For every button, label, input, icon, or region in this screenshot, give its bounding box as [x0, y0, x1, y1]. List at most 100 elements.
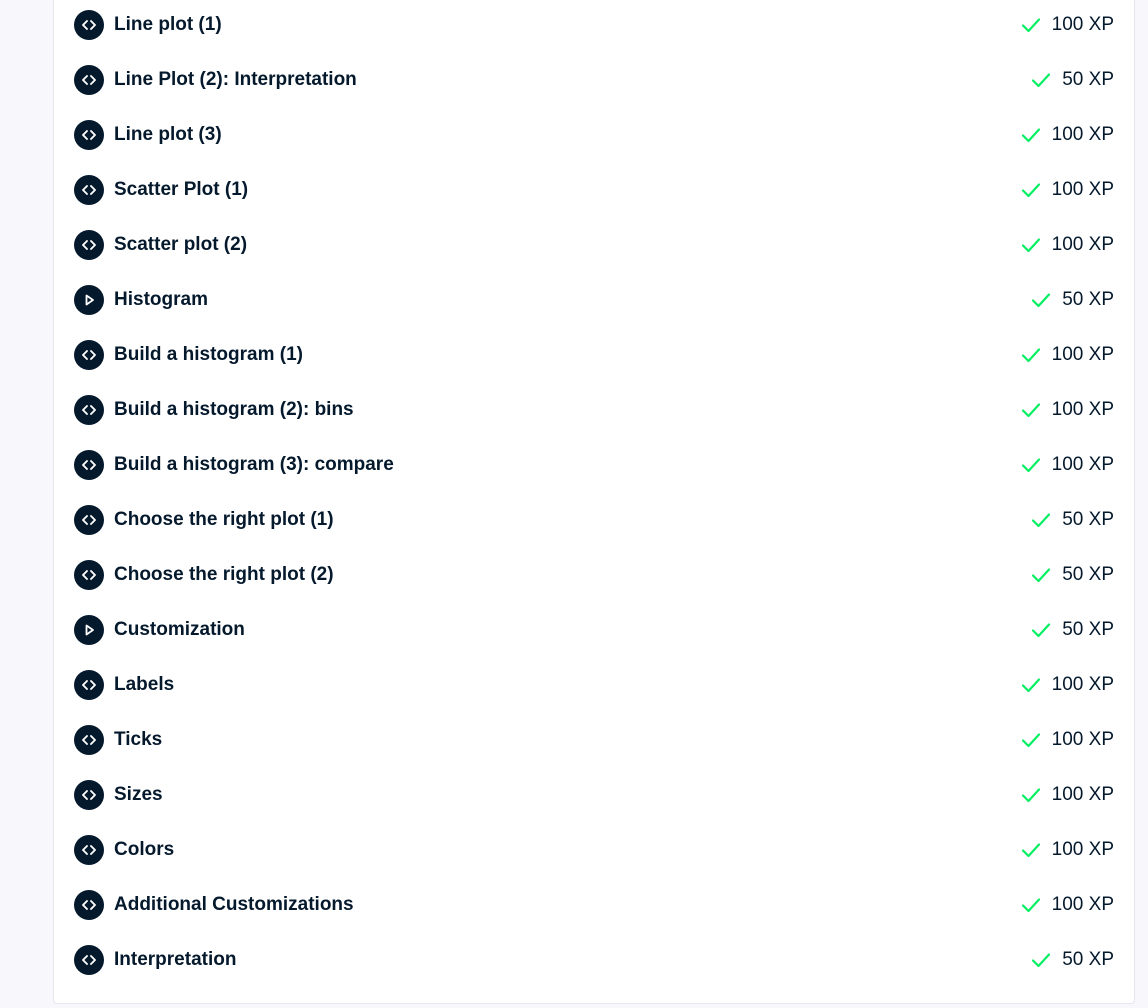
xp-value: 100 XP	[1051, 674, 1114, 695]
exercise-row[interactable]: Line Plot (2): Interpretation 50 XP	[74, 53, 1114, 108]
exercise-status: 100 XP	[1021, 839, 1114, 861]
exercise-status: 100 XP	[1021, 124, 1114, 146]
exercise-status: 100 XP	[1021, 784, 1114, 806]
exercise-title: Histogram	[114, 289, 208, 310]
code-icon	[74, 65, 104, 95]
checkmark-icon	[1021, 403, 1040, 418]
exercise-row[interactable]: Scatter plot (2) 100 XP	[74, 218, 1114, 273]
code-icon	[74, 670, 104, 700]
checkmark-icon	[1021, 128, 1040, 143]
code-icon	[74, 945, 104, 975]
exercise-status: 100 XP	[1021, 399, 1114, 421]
checkmark-icon	[1032, 513, 1051, 528]
exercise-title: Colors	[114, 839, 175, 860]
code-icon	[74, 395, 104, 425]
exercise-row[interactable]: Ticks 100 XP	[74, 713, 1114, 768]
checkmark-icon	[1021, 843, 1040, 858]
exercise-status: 100 XP	[1021, 344, 1114, 366]
checkmark-icon	[1021, 348, 1040, 363]
exercise-title: Choose the right plot (2)	[114, 564, 334, 585]
code-icon	[74, 10, 104, 40]
checkmark-icon	[1032, 73, 1051, 88]
xp-value: 100 XP	[1051, 14, 1114, 35]
code-icon	[74, 450, 104, 480]
exercise-title: Customization	[114, 619, 245, 640]
xp-value: 100 XP	[1051, 234, 1114, 255]
exercise-row[interactable]: Labels 100 XP	[74, 658, 1114, 713]
checkmark-icon	[1021, 238, 1040, 253]
checkmark-icon	[1021, 898, 1040, 913]
exercise-status: 100 XP	[1021, 674, 1114, 696]
xp-value: 100 XP	[1051, 399, 1114, 420]
code-icon	[74, 340, 104, 370]
checkmark-icon	[1021, 18, 1040, 33]
checkmark-icon	[1032, 568, 1051, 583]
exercise-row[interactable]: Build a histogram (2): bins 100 XP	[74, 383, 1114, 438]
exercise-title: Build a histogram (3): compare	[114, 454, 394, 475]
code-icon	[74, 505, 104, 535]
exercise-row[interactable]: Build a histogram (3): compare 100 XP	[74, 438, 1114, 493]
exercise-title: Additional Customizations	[114, 894, 354, 915]
exercise-row[interactable]: Choose the right plot (1) 50 XP	[74, 493, 1114, 548]
exercise-status: 50 XP	[1031, 564, 1114, 586]
exercise-status: 50 XP	[1031, 949, 1114, 971]
code-icon	[74, 780, 104, 810]
checkmark-icon	[1032, 623, 1051, 638]
exercise-status: 50 XP	[1031, 619, 1114, 641]
code-icon	[74, 890, 104, 920]
checkmark-icon	[1032, 293, 1051, 308]
xp-value: 50 XP	[1062, 509, 1114, 530]
play-icon	[74, 285, 104, 315]
checkmark-icon	[1021, 733, 1040, 748]
exercise-title: Labels	[114, 674, 175, 695]
code-icon	[74, 725, 104, 755]
exercise-status: 100 XP	[1021, 729, 1114, 751]
exercise-status: 50 XP	[1031, 509, 1114, 531]
exercise-title: Sizes	[114, 784, 163, 805]
exercise-row[interactable]: Choose the right plot (2) 50 XP	[74, 548, 1114, 603]
xp-value: 50 XP	[1062, 289, 1114, 310]
code-icon	[74, 175, 104, 205]
code-icon	[74, 120, 104, 150]
checkmark-icon	[1021, 458, 1040, 473]
exercise-status: 100 XP	[1021, 234, 1114, 256]
exercise-row[interactable]: Sizes 100 XP	[74, 768, 1114, 823]
code-icon	[74, 835, 104, 865]
exercise-row[interactable]: Scatter Plot (1) 100 XP	[74, 163, 1114, 218]
xp-value: 100 XP	[1051, 894, 1114, 915]
exercise-row[interactable]: Line plot (1) 100 XP	[74, 0, 1114, 53]
xp-value: 100 XP	[1051, 784, 1114, 805]
checkmark-icon	[1032, 953, 1051, 968]
checkmark-icon	[1021, 678, 1040, 693]
exercise-row[interactable]: Interpretation 50 XP	[74, 933, 1114, 988]
exercise-row[interactable]: Customization 50 XP	[74, 603, 1114, 658]
exercise-title: Interpretation	[114, 949, 237, 970]
exercise-status: 100 XP	[1021, 14, 1114, 36]
exercise-title: Line Plot (2): Interpretation	[114, 69, 357, 90]
exercise-row[interactable]: Build a histogram (1) 100 XP	[74, 328, 1114, 383]
xp-value: 100 XP	[1051, 729, 1114, 750]
exercise-title: Choose the right plot (1)	[114, 509, 334, 530]
exercise-status: 50 XP	[1031, 289, 1114, 311]
exercise-row[interactable]: Colors 100 XP	[74, 823, 1114, 878]
exercise-title: Line plot (1)	[114, 14, 222, 35]
xp-value: 100 XP	[1051, 344, 1114, 365]
xp-value: 100 XP	[1051, 124, 1114, 145]
exercise-row[interactable]: Additional Customizations 100 XP	[74, 878, 1114, 933]
play-icon	[74, 615, 104, 645]
exercise-status: 50 XP	[1031, 69, 1114, 91]
exercise-status: 100 XP	[1021, 179, 1114, 201]
exercise-title: Scatter plot (2)	[114, 234, 248, 255]
code-icon	[74, 560, 104, 590]
checkmark-icon	[1021, 183, 1040, 198]
exercise-title: Build a histogram (2): bins	[114, 399, 354, 420]
code-icon	[74, 230, 104, 260]
exercise-row[interactable]: Line plot (3) 100 XP	[74, 108, 1114, 163]
xp-value: 50 XP	[1062, 949, 1114, 970]
exercise-status: 100 XP	[1021, 454, 1114, 476]
exercise-list-panel: Line plot (1) 100 XP Line Plot (2): Interp…	[53, 0, 1135, 1004]
exercise-title: Ticks	[114, 729, 163, 750]
exercise-row[interactable]: Histogram 50 XP	[74, 273, 1114, 328]
exercise-status: 100 XP	[1021, 894, 1114, 916]
exercise-title: Scatter Plot (1)	[114, 179, 249, 200]
